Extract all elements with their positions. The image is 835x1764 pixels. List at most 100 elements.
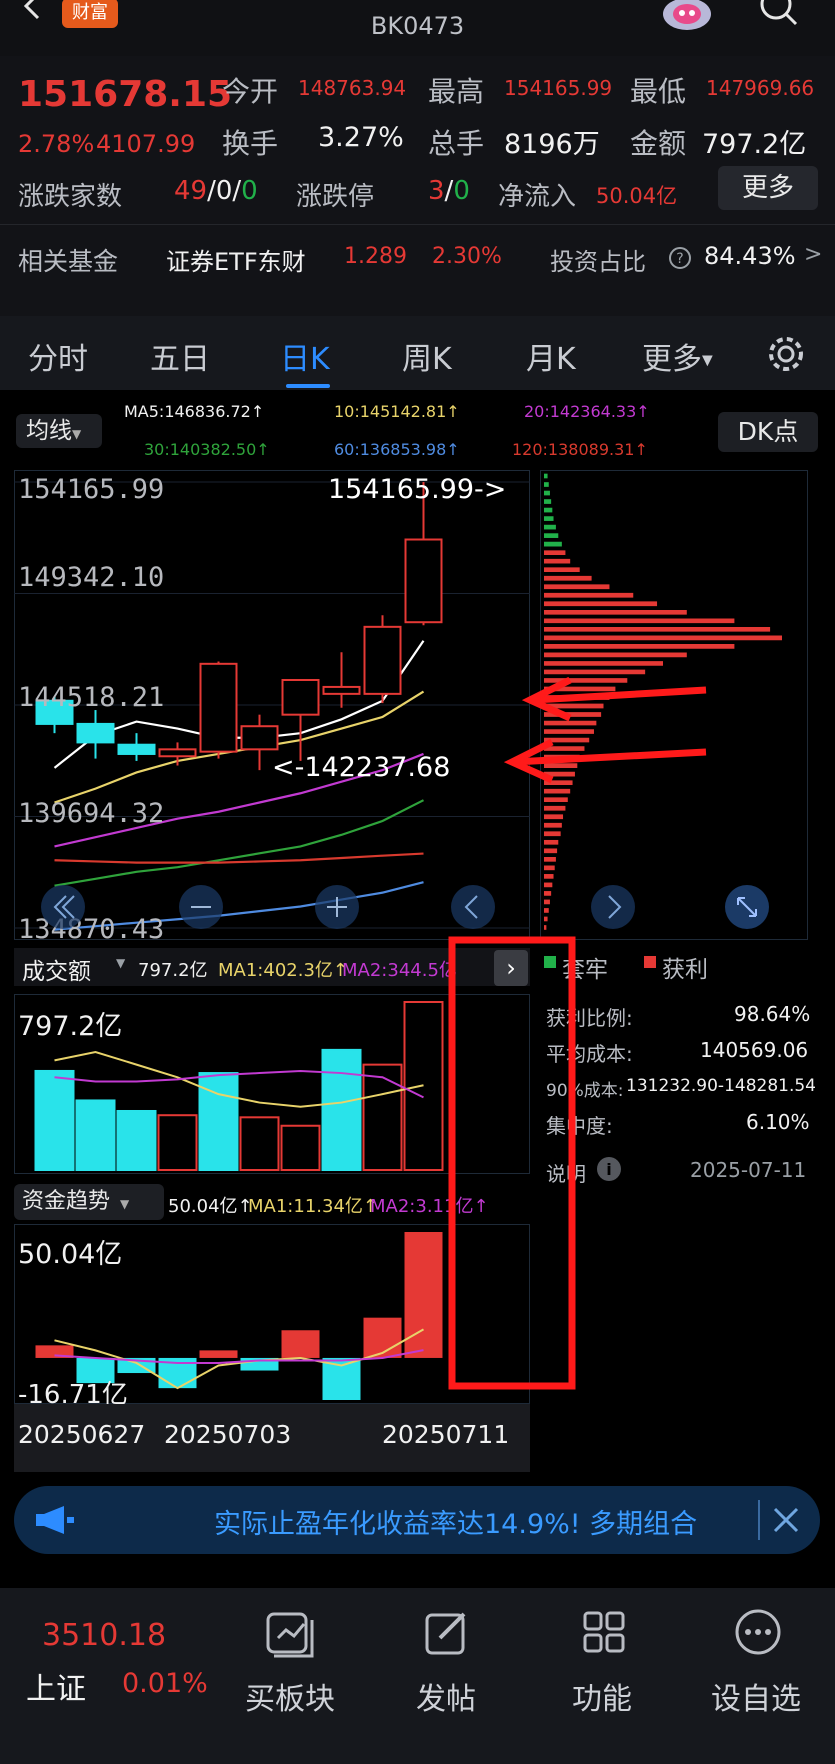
tab-weekly-k[interactable]: 周K — [402, 334, 452, 378]
ratio-value: 84.43% — [704, 242, 796, 270]
candle-body — [158, 748, 197, 758]
svg-text:?: ? — [676, 251, 683, 267]
change-percent: 2.78% — [18, 130, 95, 158]
ratio-label: 投资占比 — [550, 248, 646, 276]
netflow-value: 50.04亿 — [596, 184, 678, 208]
flow-selector[interactable]: 资金趋势 ▼ — [14, 1184, 164, 1220]
low-value: 147969.66 — [706, 76, 815, 100]
limit-label: 涨跌停 — [296, 182, 375, 212]
flow-bar — [199, 1350, 238, 1358]
scroll-left-icon[interactable] — [40, 884, 86, 930]
dropdown-caret-icon: ▼ — [702, 352, 713, 369]
divider — [0, 224, 835, 225]
flow-bar — [281, 1330, 320, 1358]
volume-axis-top: 797.2亿 — [18, 1011, 123, 1042]
turnover-value: 3.27% — [318, 122, 404, 153]
nav-label: 设自选 — [711, 1682, 801, 1717]
volume-bar — [362, 1063, 403, 1171]
expand-panel-icon[interactable]: › — [494, 950, 528, 986]
top-bar: 财富 BK0473 — [0, 0, 835, 56]
limit-up: 3 — [428, 176, 445, 206]
limit-down: 0 — [453, 176, 470, 206]
zoom-in-icon[interactable] — [314, 884, 360, 930]
flow-bar — [404, 1232, 443, 1358]
grid-icon — [583, 1611, 625, 1653]
candle-body — [363, 625, 402, 695]
help-circle-icon[interactable]: ? — [668, 246, 692, 270]
index-percent: 0.01% — [122, 1668, 208, 1699]
profit-legend-label: 获利 — [662, 957, 708, 983]
chip-date: 2025-07-11 — [690, 1158, 807, 1182]
nav-label: 发帖 — [416, 1682, 476, 1717]
flow-axis-top: 50.04亿 — [18, 1239, 123, 1270]
volume-value: 797.2亿 — [138, 960, 208, 981]
nav-label: 买板块 — [245, 1682, 335, 1717]
volume-bar — [280, 1124, 321, 1171]
bottom-bar: 3510.18 上证 0.01% 买板块 发帖 功能 设自选 — [0, 1588, 835, 1764]
candles — [35, 482, 443, 771]
volume-title[interactable]: 成交额 — [22, 952, 91, 986]
volume-ma1: MA1:402.3亿↑ — [218, 960, 348, 981]
ratio-arrow-icon[interactable]: > — [804, 242, 822, 267]
date-label: 20250627 — [18, 1420, 146, 1449]
tab-monthly-k[interactable]: 月K — [526, 334, 576, 378]
buy-sector-icon — [266, 1612, 314, 1658]
ma60-value: 60:136853.98↑ — [334, 440, 460, 459]
volume-bar — [321, 1048, 362, 1171]
dropdown-caret-icon: ▼ — [72, 427, 82, 441]
more-button[interactable]: 更多 — [718, 166, 818, 210]
tab-five-day[interactable]: 五日 — [150, 334, 210, 378]
ma-selector[interactable]: 均线▼ — [16, 414, 102, 448]
amount-label: 金额 — [630, 127, 687, 160]
mascot-icon[interactable] — [660, 0, 714, 34]
nav-label: 功能 — [572, 1682, 632, 1717]
ma-selector-label: 均线 — [26, 418, 72, 444]
limit-values: 3/0 — [428, 176, 470, 206]
dropdown-caret-icon: ▼ — [116, 956, 126, 970]
zoom-out-icon[interactable] — [178, 884, 224, 930]
change-amount: 4107.99 — [96, 130, 196, 158]
chip-stat-value: 140569.06 — [700, 1038, 809, 1062]
flow-title: 资金趋势 — [22, 1189, 111, 1214]
tab-more[interactable]: 更多▼ — [642, 334, 713, 378]
promo-banner[interactable]: 实际止盈年化收益率达14.9%! 多期组合 — [14, 1486, 820, 1554]
active-tab-indicator — [286, 384, 330, 388]
chip-stat-label: 集中度: — [546, 1114, 613, 1138]
volume-bar — [75, 1099, 116, 1171]
chip-next-icon[interactable] — [590, 884, 636, 930]
breadth-sep-2: / — [232, 176, 242, 206]
step-left-icon[interactable] — [450, 884, 496, 930]
fund-name[interactable]: 证券ETF东财 — [166, 242, 306, 277]
breadth-values: 49/0/0 — [174, 176, 258, 206]
candle-body — [199, 662, 238, 753]
chip-bars — [544, 473, 782, 930]
close-icon[interactable] — [772, 1506, 800, 1534]
dk-point-button[interactable]: DK点 — [718, 412, 818, 452]
volume-bar — [116, 1109, 157, 1171]
chip-note-label[interactable]: 说明 — [546, 1158, 586, 1187]
expand-icon[interactable] — [724, 884, 770, 930]
chip-stat-value: 131232.90-148281.54 — [626, 1076, 816, 1096]
divider — [758, 1500, 760, 1540]
tab-daily-k[interactable]: 日K — [280, 334, 330, 378]
tab-intraday[interactable]: 分时 — [28, 334, 88, 378]
breadth-flat: 0 — [215, 176, 233, 206]
date-label: 20250711 — [382, 1420, 510, 1449]
trapped-legend-label: 套牢 — [562, 957, 608, 983]
high-label: 最高 — [428, 75, 485, 108]
index-name[interactable]: 上证 — [26, 1664, 86, 1708]
quote-panel: 151678.15 2.78% 4107.99 今开 148763.94 最高 … — [0, 56, 835, 316]
chip-stat-label: 获利比例: — [546, 1006, 633, 1030]
limit-sep: / — [444, 176, 454, 206]
candle-body — [240, 725, 279, 751]
info-icon[interactable]: i — [596, 1156, 622, 1182]
gear-icon[interactable] — [766, 334, 806, 374]
high-marker: 154165.99-> — [328, 474, 507, 505]
low-label: 最低 — [630, 75, 687, 108]
breadth-label: 涨跌家数 — [18, 182, 123, 212]
search-icon[interactable] — [756, 0, 800, 30]
price-axis-label: 139694.32 — [18, 798, 165, 829]
open-value: 148763.94 — [298, 76, 407, 100]
fund-label: 相关基金 — [18, 247, 119, 276]
chip-distribution[interactable] — [540, 470, 808, 940]
